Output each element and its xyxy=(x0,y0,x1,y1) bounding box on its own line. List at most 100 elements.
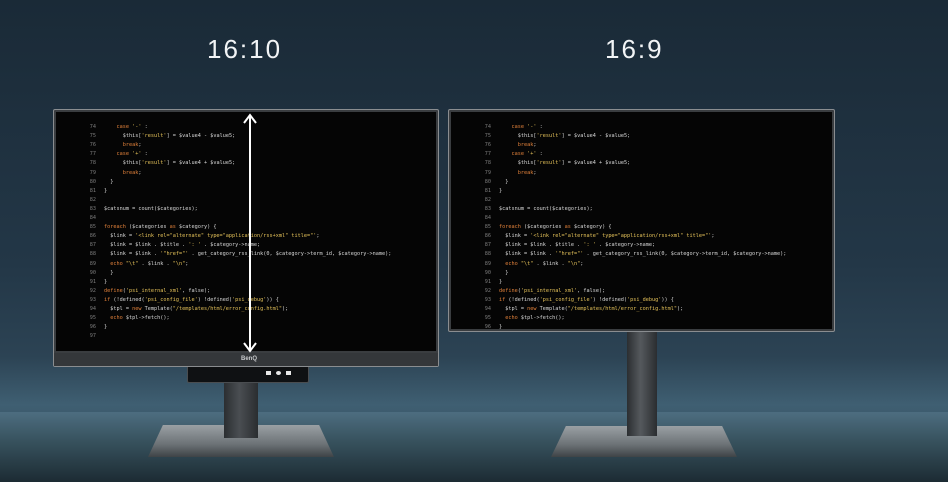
line-number: 87 xyxy=(89,242,96,249)
line-number: 96 xyxy=(484,324,491,329)
line-number: 96 xyxy=(89,324,96,331)
code-text: echo $tpl->fetch(); xyxy=(505,315,565,322)
line-number: 91 xyxy=(484,278,491,285)
code-line: 75 $this['result'] = $value4 - $value5; xyxy=(451,132,630,141)
line-number: 80 xyxy=(89,178,96,185)
code-line: 83 $catsnum = count($categories); xyxy=(56,205,198,214)
floor xyxy=(0,412,948,482)
code-text: } xyxy=(104,324,108,331)
code-text: define('psi_internal_xml', false); xyxy=(104,287,211,294)
left-monitor-chin: BenQ xyxy=(54,353,438,366)
code-line: 80 } xyxy=(451,178,509,187)
code-text: } xyxy=(499,187,503,194)
code-line: 92 define('psi_internal_xml', false); xyxy=(56,287,210,296)
line-number: 86 xyxy=(89,233,96,240)
code-line: 80 } xyxy=(56,178,114,187)
code-text: } xyxy=(499,178,509,185)
code-text: case '+' : xyxy=(511,151,543,158)
code-text: foreach ($categories as $category) { xyxy=(499,224,612,231)
code-line: 95 echo $tpl->fetch(); xyxy=(56,314,170,323)
code-line: 83 $catsnum = count($categories); xyxy=(451,205,593,214)
code-line: 90 } xyxy=(56,269,114,278)
usb-port xyxy=(266,371,271,375)
line-number: 91 xyxy=(89,278,96,285)
line-number: 79 xyxy=(484,169,491,176)
line-number: 77 xyxy=(484,151,491,158)
code-line: 84 xyxy=(451,214,499,223)
code-text: $tpl = new Template("/templates/html/err… xyxy=(499,306,684,312)
code-text: } xyxy=(499,278,503,285)
line-number: 82 xyxy=(89,196,96,203)
code-text: } xyxy=(499,324,503,329)
line-number: 76 xyxy=(89,142,96,149)
code-line: 93 if (!defined('psi_config_file') !defin… xyxy=(451,296,674,305)
code-line: 89 echo "\t" . $link . "\n"; xyxy=(56,260,189,269)
code-line: 96} xyxy=(451,323,502,329)
line-number: 82 xyxy=(484,196,491,203)
brand-logo: BenQ xyxy=(240,356,257,362)
code-line: 88 $link = $link . '"href="' . get_categ… xyxy=(451,250,787,259)
code-text: echo $tpl->fetch(); xyxy=(110,315,170,322)
code-text: $link = $link . $title . ': ' . $categor… xyxy=(104,242,261,249)
code-line: 87 $link = $link . $title . ': ' . $cate… xyxy=(56,241,260,250)
code-text: echo "\t" . $link . "\n"; xyxy=(505,260,584,267)
line-number: 93 xyxy=(484,296,491,303)
code-line: 82 xyxy=(451,196,499,205)
line-number: 85 xyxy=(89,224,96,231)
code-text: case '-' : xyxy=(511,124,543,130)
code-text: case '+' : xyxy=(116,151,148,158)
code-line: 96} xyxy=(56,323,107,332)
code-line: 87 $link = $link . $title . ': ' . $cate… xyxy=(451,241,655,250)
code-line: 89 echo "\t" . $link . "\n"; xyxy=(451,260,584,269)
line-number: 89 xyxy=(89,260,96,267)
line-number: 89 xyxy=(484,260,491,267)
code-text: } xyxy=(104,187,108,194)
code-line: 76 break; xyxy=(451,141,537,150)
code-text: $this['result'] = $value4 + $value5; xyxy=(499,160,631,167)
line-number: 87 xyxy=(484,242,491,249)
code-line: 76 break; xyxy=(56,141,142,150)
line-number: 81 xyxy=(89,187,96,194)
right-monitor-stand xyxy=(627,330,657,436)
usb-port xyxy=(286,371,291,375)
code-text: $catsnum = count($categories); xyxy=(499,205,593,212)
code-text: $link = '<link rel="alternate" type="app… xyxy=(499,233,715,240)
code-line: 74 case '-' : xyxy=(56,123,148,132)
code-text: echo "\t" . $link . "\n"; xyxy=(110,260,189,267)
line-number: 74 xyxy=(484,124,491,130)
code-line: 84 xyxy=(56,214,104,223)
line-number: 86 xyxy=(484,233,491,240)
code-text: break; xyxy=(122,169,142,176)
line-number: 76 xyxy=(484,142,491,149)
line-number: 92 xyxy=(484,287,491,294)
line-number: 94 xyxy=(484,306,491,312)
code-line: 85 foreach ($categories as $category) { xyxy=(56,223,217,232)
line-number: 88 xyxy=(484,251,491,258)
line-number: 97 xyxy=(89,333,96,340)
line-number: 83 xyxy=(89,205,96,212)
code-line: 95 echo $tpl->fetch(); xyxy=(451,314,565,323)
code-text: define('psi_internal_xml', false); xyxy=(499,287,606,294)
line-number: 90 xyxy=(484,269,491,276)
code-text: $link = $link . $title . ': ' . $categor… xyxy=(499,242,656,249)
code-text: break; xyxy=(517,169,537,176)
code-line: 78 $this['result'] = $value4 + $value5; xyxy=(451,159,630,168)
code-text: if (!defined('psi_config_file') !defined… xyxy=(499,296,674,303)
code-text: $link = $link . '"href="' . get_category… xyxy=(499,251,787,258)
line-number: 95 xyxy=(89,315,96,322)
line-number: 78 xyxy=(89,160,96,167)
line-number: 93 xyxy=(89,296,96,303)
code-line: 82 xyxy=(56,196,104,205)
code-text: $tpl = new Template("/templates/html/err… xyxy=(104,306,289,312)
code-line: 91} xyxy=(56,278,107,287)
line-number: 83 xyxy=(484,205,491,212)
line-number: 77 xyxy=(89,151,96,158)
line-number: 95 xyxy=(484,315,491,322)
ratio-label-16-10: 16:10 xyxy=(207,34,283,64)
code-text: case '-' : xyxy=(116,124,148,130)
code-text: $this['result'] = $value4 + $value5; xyxy=(104,160,236,167)
code-line: 75 $this['result'] = $value4 - $value5; xyxy=(56,132,235,141)
height-arrow xyxy=(243,113,257,353)
right-monitor-screen: 74 case '-' : 75 $this['result'] = $value… xyxy=(451,112,832,329)
double-arrow-icon xyxy=(243,113,257,353)
